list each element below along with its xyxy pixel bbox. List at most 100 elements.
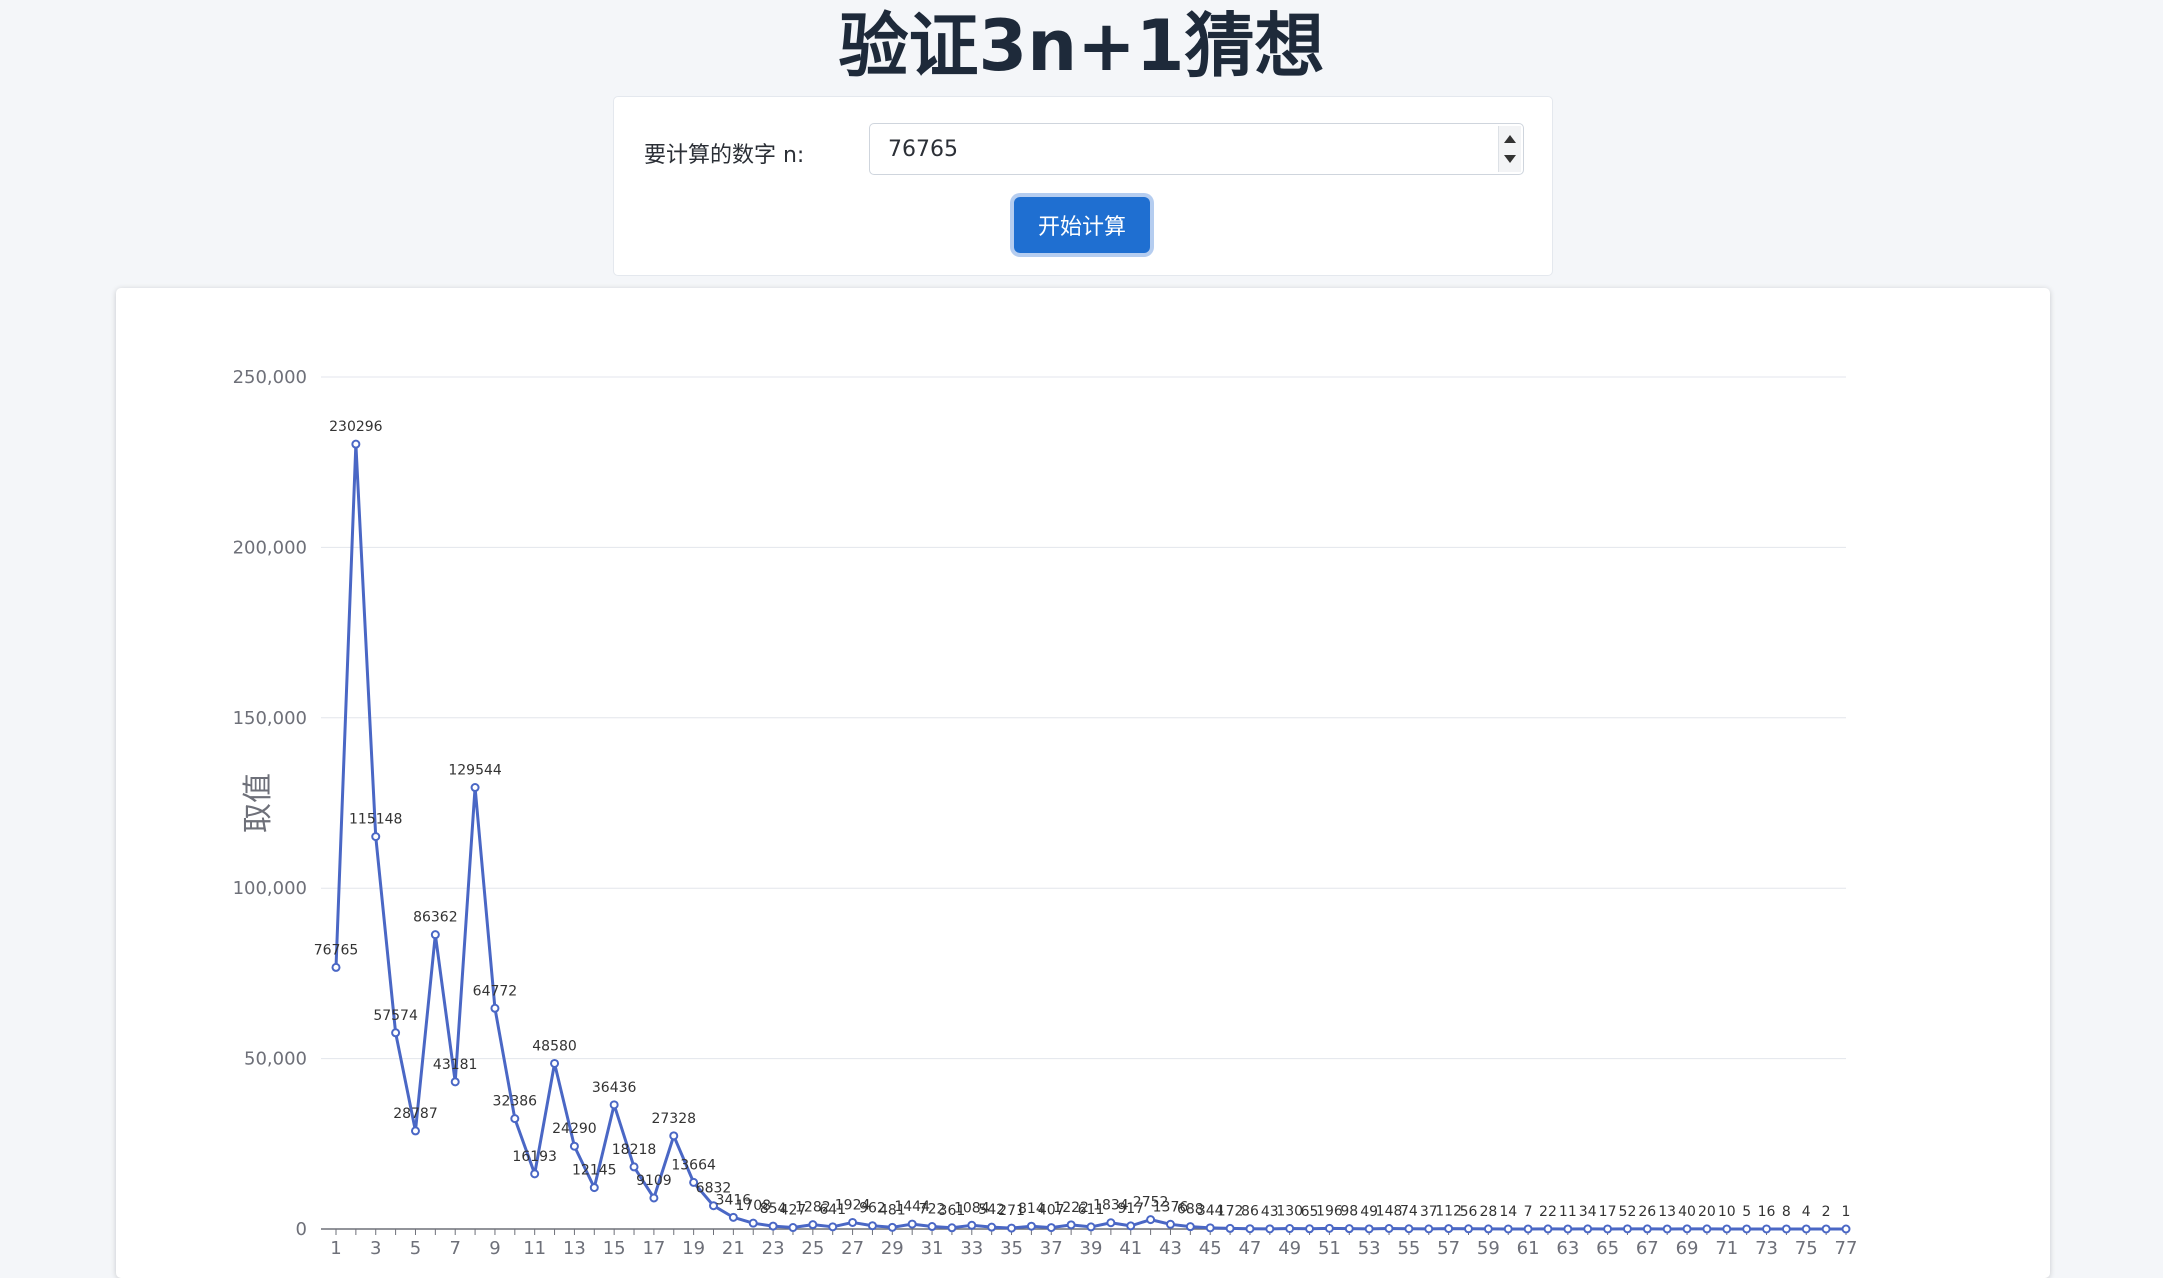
data-point: [669, 1131, 679, 1141]
data-label: 43181: [433, 1057, 478, 1073]
x-tick-label: 25: [801, 1238, 824, 1259]
data-point: [1205, 1223, 1215, 1233]
data-point: [569, 1141, 579, 1151]
line-chart: 050,000100,000150,000200,000250,0001 3 5 7 9…: [233, 367, 1858, 1259]
data-point: [629, 1162, 639, 1172]
x-tick-label: 49: [1278, 1238, 1301, 1259]
decrement-arrow-icon[interactable]: [1504, 155, 1516, 163]
x-tick-label: 15: [603, 1238, 626, 1259]
y-tick-label: 0: [296, 1219, 307, 1240]
data-point: [1622, 1224, 1632, 1234]
data-label: 1: [1842, 1204, 1851, 1220]
data-label: 74: [1400, 1204, 1418, 1220]
data-point: [430, 930, 440, 940]
x-tick-label: 1: [330, 1238, 341, 1259]
chart-card: 0 50,000 100,000 150,000 200,000 250,000 1 3 5 7 9…: [116, 288, 2050, 1278]
data-label: 230296: [329, 419, 383, 435]
data-point: [1384, 1223, 1394, 1233]
data-point: [1563, 1224, 1573, 1234]
data-label: 86362: [413, 910, 458, 926]
x-tick-label: 17: [642, 1238, 665, 1259]
data-point: [1603, 1224, 1613, 1234]
x-tick-label: 65: [1596, 1238, 1619, 1259]
data-point: [1662, 1224, 1672, 1234]
data-label: 5: [1742, 1204, 1751, 1220]
x-tick-label: 5: [410, 1238, 421, 1259]
x-tick-label: 61: [1517, 1238, 1540, 1259]
data-label: 64772: [473, 983, 518, 999]
data-point: [351, 439, 361, 449]
data-point: [1344, 1224, 1354, 1234]
data-label: 4: [1802, 1204, 1811, 1220]
input-form: 要计算的数字 n: 开始计算: [613, 96, 1553, 276]
start-calculation-button[interactable]: 开始计算: [1014, 197, 1150, 253]
data-point: [490, 1003, 500, 1013]
x-tick-label: 47: [1238, 1238, 1261, 1259]
data-label: 28: [1479, 1204, 1497, 1220]
data-point: [1265, 1224, 1275, 1234]
data-label: 52: [1619, 1204, 1637, 1220]
x-tick-label: 77: [1835, 1238, 1858, 1259]
data-label: 16: [1758, 1204, 1776, 1220]
data-point: [1444, 1224, 1454, 1234]
data-point: [1007, 1223, 1017, 1233]
x-tick-label: 7: [449, 1238, 460, 1259]
data-point: [1702, 1224, 1712, 1234]
data-point: [867, 1221, 877, 1231]
y-tick-label: 150,000: [233, 708, 307, 729]
data-label: 20: [1698, 1204, 1716, 1220]
number-spinner[interactable]: [1498, 126, 1521, 172]
data-point: [331, 962, 341, 972]
data-point: [728, 1212, 738, 1222]
data-label: 86: [1241, 1204, 1259, 1220]
data-label: 11: [1559, 1204, 1577, 1220]
data-point: [927, 1222, 937, 1232]
y-tick-label: 100,000: [233, 878, 307, 899]
data-label: 13664: [671, 1157, 716, 1173]
data-label: 129544: [448, 763, 502, 779]
x-tick-label: 75: [1795, 1238, 1818, 1259]
data-point: [1424, 1224, 1434, 1234]
data-point: [1066, 1220, 1076, 1230]
x-tick-label: 53: [1358, 1238, 1381, 1259]
data-label: 57574: [373, 1008, 418, 1024]
data-label: 56: [1460, 1204, 1478, 1220]
data-point: [1305, 1224, 1315, 1234]
data-label: 112: [1435, 1204, 1462, 1220]
data-label: 148: [1376, 1203, 1403, 1219]
data-point: [1086, 1222, 1096, 1232]
x-tick-label: 69: [1676, 1238, 1699, 1259]
data-point: [1523, 1224, 1533, 1234]
data-point: [987, 1222, 997, 1232]
data-point: [550, 1058, 560, 1068]
data-point: [1464, 1224, 1473, 1234]
increment-arrow-icon[interactable]: [1504, 135, 1516, 143]
data-label: 13: [1658, 1204, 1676, 1220]
x-tick-label: 37: [1040, 1238, 1063, 1259]
y-tick-label: 50,000: [244, 1049, 307, 1070]
data-label: 17: [1599, 1204, 1617, 1220]
x-tick-label: 23: [762, 1238, 785, 1259]
x-tick-label: 29: [881, 1238, 904, 1259]
data-label: 34: [1579, 1204, 1597, 1220]
data-point: [1185, 1222, 1195, 1232]
x-tick-label: 31: [921, 1238, 944, 1259]
x-tick-label: 55: [1397, 1238, 1420, 1259]
data-point: [1245, 1224, 1255, 1234]
data-label: 98: [1340, 1204, 1358, 1220]
x-tick-label: 67: [1636, 1238, 1659, 1259]
data-label: 26: [1638, 1204, 1656, 1220]
data-label: 40: [1678, 1204, 1696, 1220]
x-tick-label: 51: [1318, 1238, 1341, 1259]
data-point: [510, 1114, 520, 1124]
number-input[interactable]: [870, 124, 1488, 174]
data-point: [848, 1217, 858, 1227]
data-point: [1026, 1221, 1036, 1231]
data-point: [907, 1219, 917, 1229]
data-point: [1503, 1224, 1513, 1234]
data-point: [1583, 1224, 1593, 1234]
data-point: [828, 1222, 838, 1232]
x-tick-label: 59: [1477, 1238, 1500, 1259]
x-tick-label: 45: [1199, 1238, 1222, 1259]
x-tick-label: 63: [1556, 1238, 1579, 1259]
